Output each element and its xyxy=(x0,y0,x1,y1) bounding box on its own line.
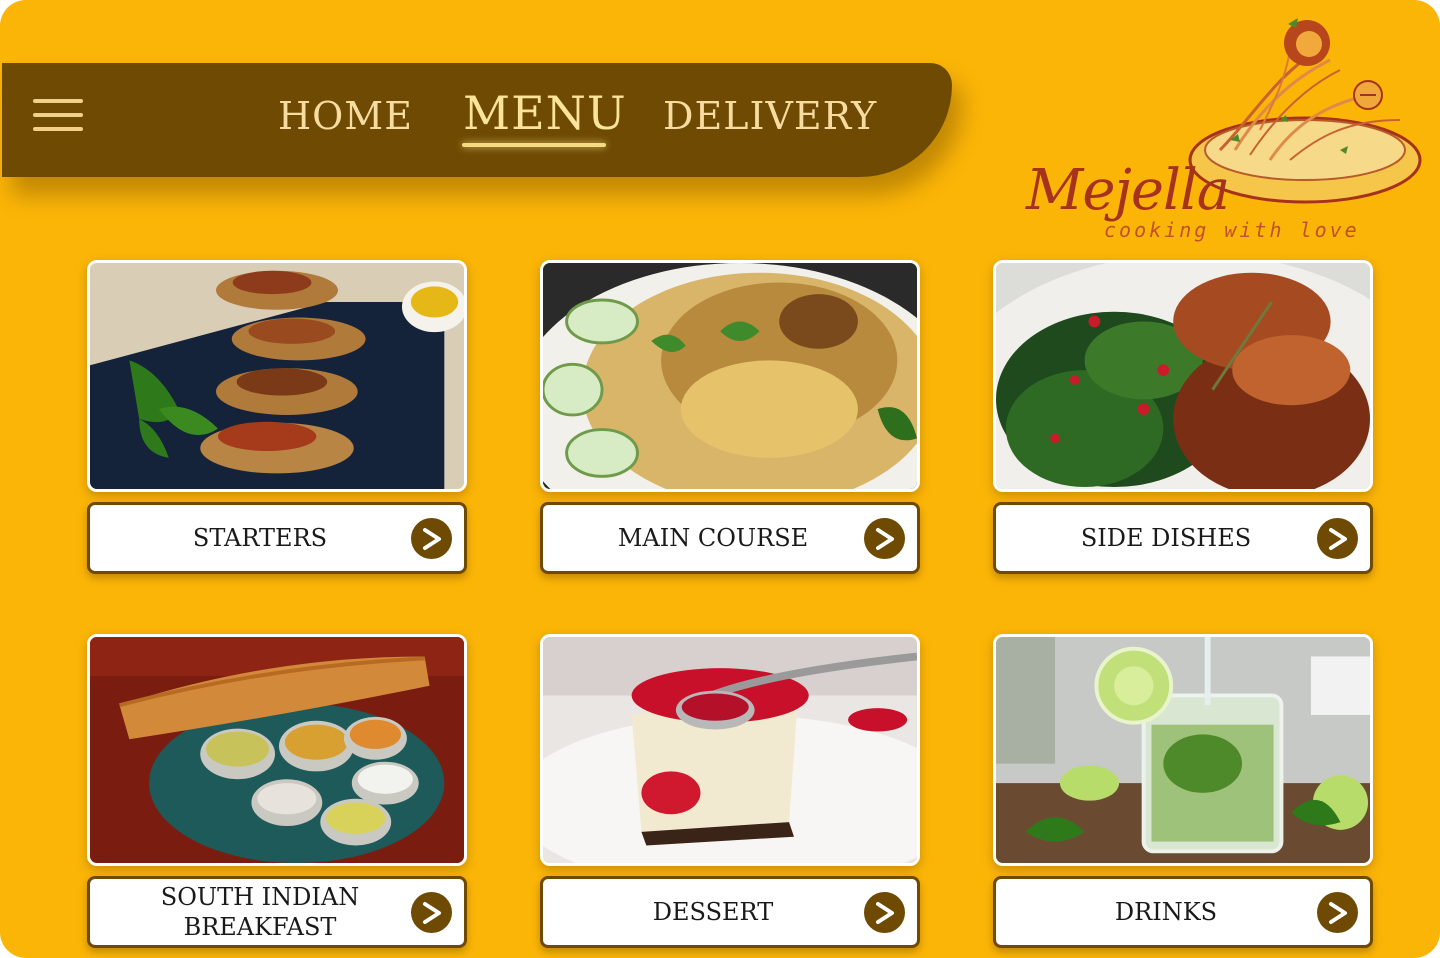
category-label: DESSERT xyxy=(652,898,774,926)
mojito-photo[interactable] xyxy=(993,634,1373,866)
category-button-starters[interactable]: STARTERS xyxy=(87,502,467,574)
bruschetta-photo[interactable] xyxy=(87,260,467,492)
nav-menu-link[interactable]: MENU xyxy=(463,86,627,140)
category-button-dessert[interactable]: DESSERT xyxy=(540,876,920,948)
arrow-right-icon[interactable] xyxy=(1317,518,1358,559)
category-button-side-dishes[interactable]: SIDE DISHES xyxy=(993,502,1373,574)
logo-wordmark: Mejella xyxy=(1026,158,1230,223)
category-button-south-indian-breakfast[interactable]: SOUTH INDIAN BREAKFAST xyxy=(87,876,467,948)
category-label: SIDE DISHES xyxy=(1080,524,1252,552)
category-label: SOUTH INDIAN BREAKFAST xyxy=(160,883,360,941)
hamburger-menu-icon[interactable] xyxy=(33,97,85,135)
nav-delivery-link[interactable]: DELIVERY xyxy=(663,94,877,138)
arrow-right-icon[interactable] xyxy=(411,892,452,933)
category-label: MAIN COURSE xyxy=(617,524,809,552)
restaurant-logo[interactable]: Mejella cooking with love xyxy=(1020,10,1430,250)
arrow-right-icon[interactable] xyxy=(864,518,905,559)
grilled-chicken-salad-photo[interactable] xyxy=(993,260,1373,492)
category-button-main-course[interactable]: MAIN COURSE xyxy=(540,502,920,574)
cheesecake-photo[interactable] xyxy=(540,634,920,866)
biryani-photo[interactable] xyxy=(540,260,920,492)
active-nav-underline xyxy=(462,143,606,147)
nav-home-link[interactable]: HOME xyxy=(278,94,413,138)
category-button-drinks[interactable]: DRINKS xyxy=(993,876,1373,948)
category-label: DRINKS xyxy=(1114,898,1218,926)
arrow-right-icon[interactable] xyxy=(864,892,905,933)
arrow-right-icon[interactable] xyxy=(411,518,452,559)
menu-screen: HOME MENU DELIVERY Mejella cooking with … xyxy=(0,0,1440,958)
arrow-right-icon[interactable] xyxy=(1317,892,1358,933)
category-label: STARTERS xyxy=(192,524,328,552)
logo-tagline: cooking with love xyxy=(1104,218,1360,242)
dosa-thali-photo[interactable] xyxy=(87,634,467,866)
